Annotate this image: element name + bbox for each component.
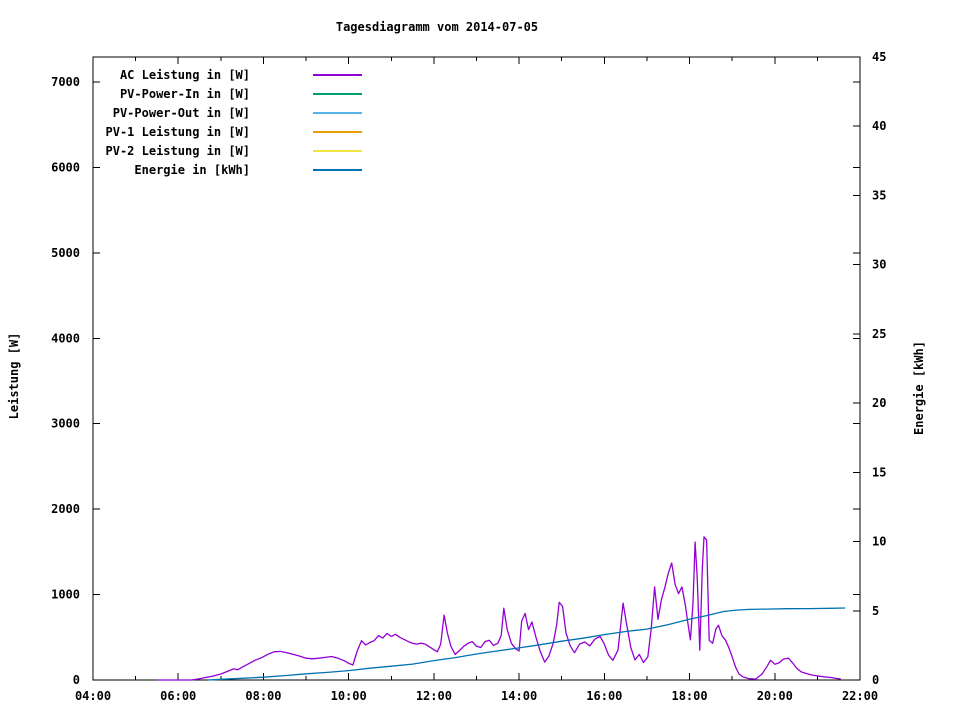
y2-tick-label: 0 [872, 673, 879, 687]
legend-line-sample [313, 111, 362, 114]
legend-label: PV-Power-In in [W] [119, 86, 250, 101]
y-tick-label: 7000 [51, 75, 80, 89]
x-tick-label: 08:00 [245, 689, 281, 703]
x-tick-label: 04:00 [75, 689, 111, 703]
legend-label: Energie in [kWh] [134, 162, 250, 177]
y2-tick-label: 10 [872, 535, 886, 549]
legend: AC Leistung in [W] PV-Power-In in [W] PV-P… [85, 65, 362, 179]
legend-line-sample [313, 168, 362, 171]
y2-tick-label: 25 [872, 327, 886, 341]
x-tick-label: 10:00 [331, 689, 367, 703]
y2-tick-label: 45 [872, 50, 886, 64]
legend-item: Energie in [kWh] [85, 160, 362, 179]
legend-line-sample [313, 130, 362, 133]
legend-item: PV-1 Leistung in [W] [85, 122, 362, 141]
y2-tick-label: 15 [872, 465, 886, 479]
legend-line-sample [313, 149, 362, 152]
y-axis-label: Leistung [W] [7, 332, 21, 420]
legend-line-sample [313, 73, 362, 76]
x-tick-label: 22:00 [842, 689, 878, 703]
y2-tick-label: 35 [872, 188, 886, 202]
y-tick-label: 3000 [51, 417, 80, 431]
y-tick-label: 5000 [51, 246, 80, 260]
legend-label: AC Leistung in [W] [119, 67, 250, 82]
y-tick-label: 6000 [51, 160, 80, 174]
x-tick-label: 14:00 [501, 689, 537, 703]
y2-tick-label: 5 [872, 604, 879, 618]
y2-tick-label: 20 [872, 396, 886, 410]
y-tick-label: 4000 [51, 331, 80, 345]
chart: 04:00 06:00 08:00 10:00 12:00 14:00 16:00 18:00… [0, 0, 960, 720]
y-tick-label: 2000 [51, 502, 80, 516]
x-tick-label: 18:00 [671, 689, 707, 703]
legend-label: PV-Power-Out in [W] [112, 105, 250, 120]
legend-item: PV-Power-In in [W] [85, 84, 362, 103]
x-tick-label: 06:00 [160, 689, 196, 703]
y2-tick-label: 40 [872, 119, 886, 133]
y2-tick-label: 30 [872, 258, 886, 272]
legend-label: PV-1 Leistung in [W] [105, 124, 251, 139]
chart-title: Tagesdiagramm vom 2014-07-05 [335, 20, 539, 34]
x-tick-label: 12:00 [416, 689, 452, 703]
series-ac-leistung-in-w [156, 536, 841, 681]
x-tick-label: 16:00 [586, 689, 622, 703]
legend-item: PV-Power-Out in [W] [85, 103, 362, 122]
y2-axis-label: Energie [kWh] [912, 341, 926, 435]
legend-label: PV-2 Leistung in [W] [105, 143, 251, 158]
legend-item: AC Leistung in [W] [85, 65, 362, 84]
x-tick-label: 20:00 [757, 689, 793, 703]
legend-line-sample [313, 92, 362, 95]
y-tick-label: 1000 [51, 588, 80, 602]
y-tick-label: 0 [73, 673, 80, 687]
legend-item: PV-2 Leistung in [W] [85, 141, 362, 160]
